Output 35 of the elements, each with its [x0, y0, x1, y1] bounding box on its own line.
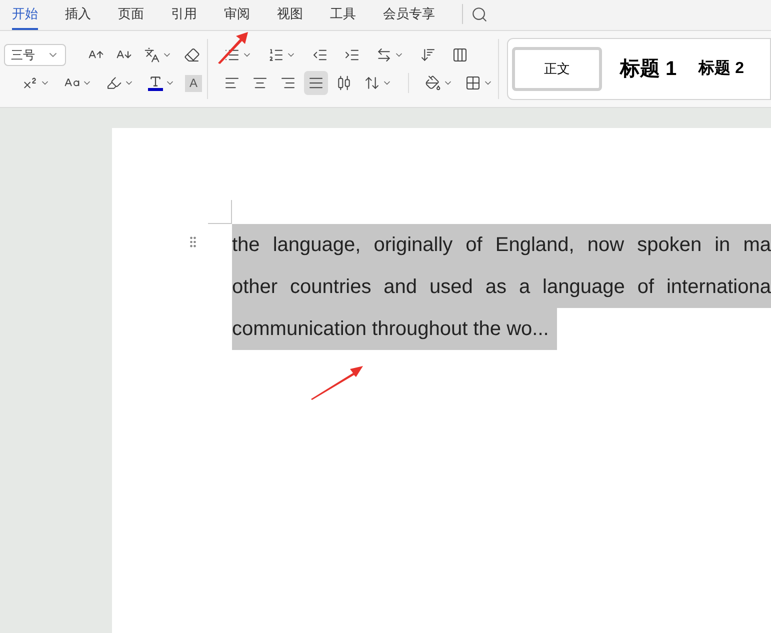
line-spacing-icon — [364, 75, 380, 91]
style-preset[interactable]: 标题 2 — [694, 47, 748, 91]
annotation-arrow — [216, 30, 250, 65]
search-icon[interactable] — [471, 6, 488, 23]
ribbon-tab[interactable]: 视图 — [277, 4, 303, 30]
phonetic-icon — [144, 47, 160, 63]
ribbon-tab[interactable]: 插入 — [65, 4, 91, 30]
annotation-arrow — [309, 364, 364, 401]
margin-corner-mark — [208, 200, 232, 224]
align-justify-icon — [308, 75, 324, 91]
indent-decrease-icon — [312, 47, 328, 63]
borders-icon — [465, 75, 481, 91]
arrows-icon — [376, 47, 392, 63]
sort-icon — [420, 47, 436, 63]
ribbon-tab[interactable]: 引用 — [171, 4, 197, 30]
ribbon-tab[interactable]: 页面 — [118, 4, 144, 30]
numbered-list-icon — [268, 47, 284, 63]
style-preset[interactable]: 标题 1 — [616, 47, 681, 91]
ribbon-tab[interactable]: 工具 — [330, 4, 356, 30]
ribbon-tab[interactable]: 审阅 — [224, 4, 250, 30]
alignment-button[interactable] — [304, 71, 328, 95]
align-right-icon — [280, 75, 296, 91]
align-center-icon — [252, 75, 268, 91]
font-size-dropdown[interactable]: 三号 — [4, 44, 66, 66]
align-left-icon — [224, 75, 240, 91]
style-preset[interactable]: 正文 — [512, 47, 602, 91]
columns-icon — [452, 47, 468, 63]
indent-increase-icon — [344, 47, 360, 63]
superscript-icon — [22, 75, 38, 91]
paint-bucket-icon — [425, 75, 441, 91]
ribbon-tab[interactable]: 会员专享 — [383, 4, 435, 30]
character-shading-button[interactable]: A — [185, 74, 202, 92]
font-color-icon — [148, 75, 163, 91]
eraser-icon — [184, 47, 200, 63]
highlighter-icon — [106, 75, 122, 91]
